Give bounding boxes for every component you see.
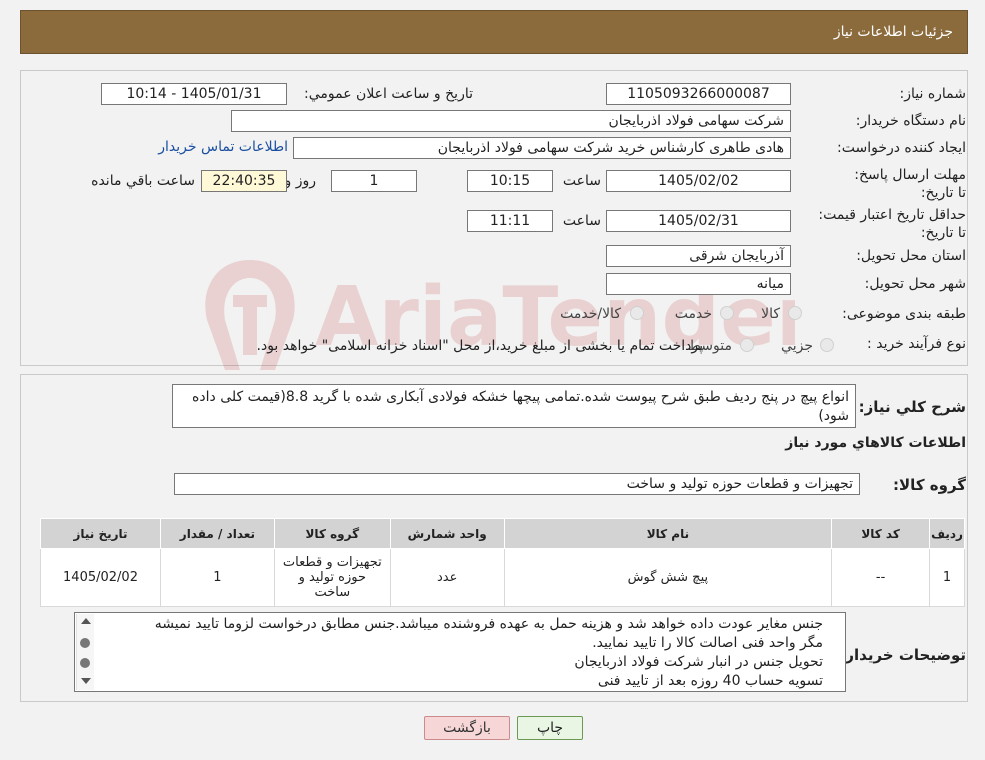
col-group-header: گروه کالا xyxy=(273,518,391,549)
notes-line: جنس مغایر عودت داده خواهد شد و هزینه حمل… xyxy=(154,616,823,632)
days-field: 1 xyxy=(331,170,417,192)
goods-info-title: اطلاعات کالاهاي مورد نياز xyxy=(785,435,966,451)
category-goods-service-radio[interactable] xyxy=(630,306,644,320)
scroll-up-icon[interactable] xyxy=(81,618,91,624)
category-label: طبقه بندی موضوعی: xyxy=(842,306,966,322)
price-time-label: ساعت xyxy=(562,213,601,229)
cell-date: 1405/02/02 xyxy=(40,548,161,607)
col-code-header: کد کالا xyxy=(831,518,931,549)
process-type-label: نوع فرآیند خرید : xyxy=(867,336,966,352)
price-date-field: 1405/02/31 xyxy=(606,210,791,232)
cell-row: 1 xyxy=(929,548,965,607)
process-note: پرداخت تمام یا بخشی از مبلغ خرید،از محل … xyxy=(256,338,703,354)
city-field: میانه xyxy=(606,273,791,295)
buyer-notes-label: توضيحات خريدار: xyxy=(839,646,966,664)
notes-line: تحویل جنس در انبار شرکت فولاد اذربایجان xyxy=(574,654,823,670)
scroll-down-icon[interactable] xyxy=(81,678,91,684)
need-number-field: 1105093266000087 xyxy=(606,83,791,105)
scroll-track-icon xyxy=(80,658,90,668)
cell-name: پیچ شش گوش xyxy=(503,548,833,607)
category-service-label: خدمت xyxy=(674,306,712,322)
announce-date-field: 1405/01/31 - 10:14 xyxy=(101,83,287,105)
price-validity-label: حداقل تاریخ اعتبار قیمت: تا تاریخ: xyxy=(818,207,966,241)
goods-group-label: گروه کالا: xyxy=(893,476,966,494)
category-goods-radio[interactable] xyxy=(788,306,802,320)
table-row: 1 -- پیچ شش گوش عدد تجهیزات و قطعات حوزه… xyxy=(40,548,965,607)
buyer-contact-link[interactable]: اطلاعات تماس خریدار xyxy=(158,139,288,155)
col-qty-header: تعداد / مقدار xyxy=(160,518,275,549)
table-header-row: رديف کد کالا نام کالا واحد شمارش گروه کا… xyxy=(40,518,965,549)
cell-code: -- xyxy=(831,548,931,607)
buyer-notes-field[interactable]: جنس مغایر عودت داده خواهد شد و هزینه حمل… xyxy=(74,612,846,692)
reply-deadline-label: مهلت ارسال پاسخ: تا تاریخ: xyxy=(854,167,966,201)
notes-line: تسویه حساب 40 روزه بعد از تایید فنی xyxy=(597,673,823,689)
process-minor-radio[interactable] xyxy=(820,338,834,352)
process-medium-radio[interactable] xyxy=(740,338,754,352)
cell-unit: عدد xyxy=(389,548,505,607)
category-goods-service-label: کالا/خدمت xyxy=(560,306,621,322)
cell-group: تجهیزات و قطعات حوزه تولید و ساخت xyxy=(273,548,391,607)
page-title: جزئیات اطلاعات نیاز xyxy=(833,24,953,40)
category-goods-label: کالا xyxy=(761,306,780,322)
need-number-label: شماره نیاز: xyxy=(899,86,967,102)
summary-field: انواع پیچ در پنج ردیف طبق شرح پیوست شده.… xyxy=(172,384,856,428)
print-button[interactable]: چاپ xyxy=(517,716,583,740)
price-time-field: 11:11 xyxy=(467,210,553,232)
city-label: شهر محل تحویل: xyxy=(864,276,966,292)
col-date-header: تاريخ نياز xyxy=(40,518,161,549)
col-unit-header: واحد شمارش xyxy=(389,518,505,549)
requester-label: ایجاد کننده درخواست: xyxy=(837,140,966,156)
goods-group-field: تجهیزات و قطعات حوزه تولید و ساخت xyxy=(174,473,860,495)
requester-field: هادی طاهری کارشناس خرید شرکت سهامی فولاد… xyxy=(293,137,791,159)
remaining-time-label: ساعت باقي مانده xyxy=(91,173,195,189)
province-field: آذربایجان شرقی xyxy=(606,245,791,267)
col-row-header: رديف xyxy=(929,518,965,549)
notes-line: مگر واحد فنی اصالت کالا را تایید نمایید. xyxy=(592,635,823,651)
scroll-thumb-icon[interactable] xyxy=(80,638,90,648)
category-service-radio[interactable] xyxy=(720,306,734,320)
process-minor-label: جزیي xyxy=(781,338,813,354)
province-label: استان محل تحویل: xyxy=(856,248,966,264)
notes-scrollbar[interactable] xyxy=(76,614,94,690)
col-name-header: نام کالا xyxy=(503,518,833,549)
reply-time-field: 10:15 xyxy=(467,170,553,192)
buyer-org-label: نام دستگاه خریدار: xyxy=(855,113,966,129)
reply-date-field: 1405/02/02 xyxy=(606,170,791,192)
cell-qty: 1 xyxy=(160,548,275,607)
goods-table: رديف کد کالا نام کالا واحد شمارش گروه کا… xyxy=(40,518,965,607)
summary-label: شرح کلي نياز: xyxy=(858,398,966,416)
days-label: روز و xyxy=(284,173,317,189)
remaining-time-field: 22:40:35 xyxy=(201,170,287,192)
announce-date-label: تاریخ و ساعت اعلان عمومي: xyxy=(304,86,473,102)
reply-time-label: ساعت xyxy=(562,173,601,189)
buyer-org-field: شرکت سهامی فولاد اذربایجان xyxy=(231,110,791,132)
back-button[interactable]: بازگشت xyxy=(424,716,510,740)
page-header: جزئیات اطلاعات نیاز xyxy=(20,10,968,54)
